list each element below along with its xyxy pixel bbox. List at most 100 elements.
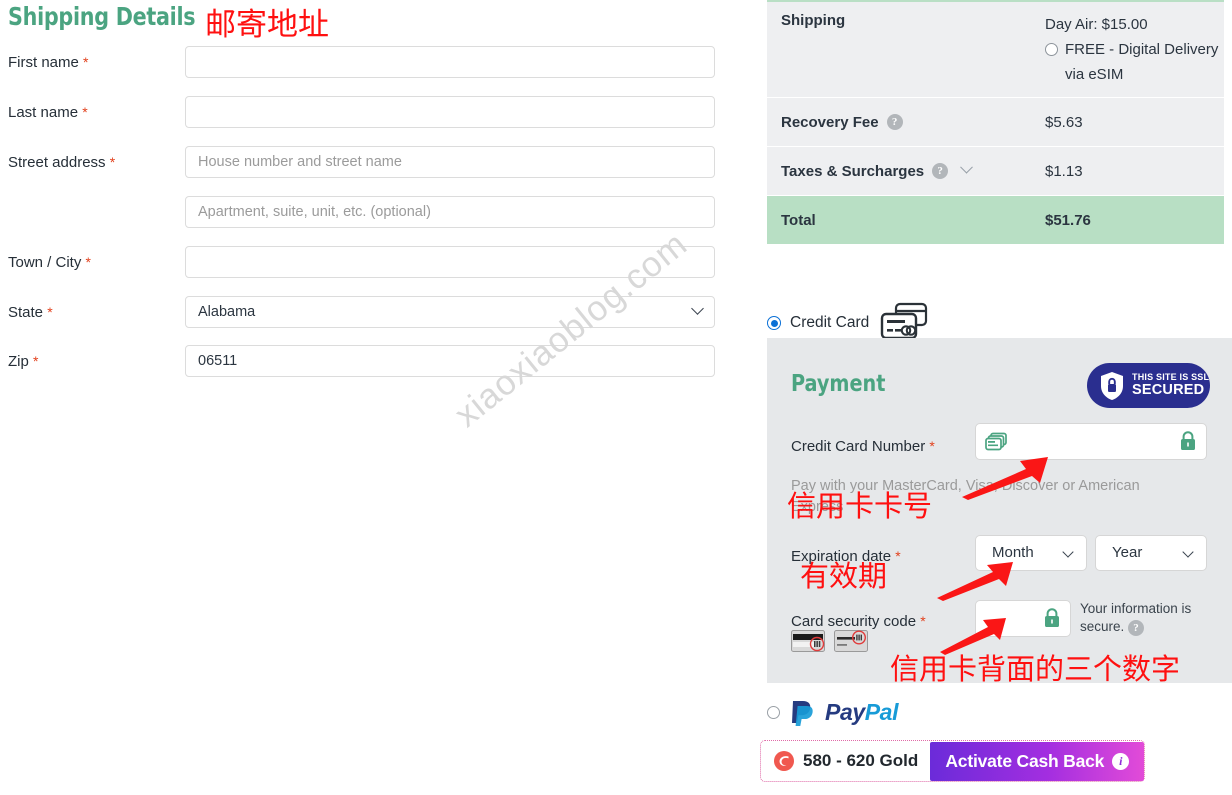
expiration-year-value: Year <box>1112 544 1143 561</box>
summary-label-taxes-text: Taxes & Surcharges <box>781 162 925 180</box>
summary-row-taxes-surcharges: Taxes & Surcharges ? $1.13 <box>767 147 1224 196</box>
summary-row-recovery-fee: Recovery Fee ? $5.63 <box>767 98 1224 147</box>
ssl-secured-badge: THIS SITE IS SSL SECURED <box>1087 363 1210 408</box>
expiration-year-select[interactable]: Year <box>1095 535 1207 571</box>
cash-back-bar: 580 - 620 Gold Activate Cash Back i <box>760 740 1145 782</box>
label-state-text: State <box>8 304 44 321</box>
form-row-zip: Zip * 06511 <box>0 345 740 383</box>
label-state: State * <box>8 304 53 321</box>
label-card-security-code: Card security code * <box>791 613 926 630</box>
label-street-address: Street address * <box>8 154 115 171</box>
payment-title: Payment <box>791 371 886 397</box>
lock-icon <box>1043 608 1061 628</box>
help-icon[interactable]: ? <box>932 163 949 179</box>
form-row-state: State * Alabama <box>0 296 740 334</box>
activate-cash-back-label: Activate Cash Back <box>945 750 1105 771</box>
label-last-name-text: Last name <box>8 104 79 121</box>
radio-paypal-icon[interactable] <box>767 705 780 719</box>
required-asterisk: * <box>109 154 116 170</box>
label-street-address-text: Street address <box>8 154 106 171</box>
required-asterisk: * <box>895 548 901 564</box>
town-city-input[interactable] <box>185 246 715 278</box>
help-icon[interactable]: ? <box>1128 620 1145 636</box>
chevron-down-icon <box>1062 546 1074 558</box>
label-credit-card-number: Credit Card Number * <box>791 438 935 455</box>
summary-row-total: Total $51.76 <box>767 196 1224 244</box>
annotation-shipping-address: 邮寄地址 <box>205 7 329 43</box>
summary-label-total: Total <box>767 212 1045 229</box>
label-zip: Zip * <box>8 353 38 370</box>
annotation-expiration-date: 有效期 <box>800 559 888 593</box>
state-select-value: Alabama <box>198 304 256 320</box>
label-town-city: Town / City * <box>8 254 91 271</box>
radio-credit-card-icon[interactable] <box>767 316 781 330</box>
annotation-security-code: 信用卡背面的三个数字 <box>890 652 1181 686</box>
summary-value-recovery-fee: $5.63 <box>1045 113 1083 131</box>
summary-label-total-text: Total <box>781 211 816 229</box>
summary-value-total: $51.76 <box>1045 211 1091 229</box>
form-row-town-city: Town / City * <box>0 246 740 284</box>
page-title: Shipping Details <box>8 2 196 31</box>
payment-method-paypal[interactable]: PayPal <box>767 698 898 726</box>
help-icon[interactable]: ? <box>886 114 903 130</box>
paypal-wordmark: PayPal <box>825 699 898 726</box>
form-row-last-name: Last name * <box>0 96 740 134</box>
arrow-to-security-code-icon <box>940 618 1006 655</box>
form-row-street-address: Street address * House number and street… <box>0 146 740 184</box>
paypal-logo-icon <box>789 698 816 726</box>
order-summary-table: Shipping Day Air: $15.00 FREE - Digital … <box>767 0 1224 244</box>
label-last-name: Last name * <box>8 104 88 121</box>
chevron-down-icon <box>691 302 704 315</box>
zip-input[interactable]: 06511 <box>185 345 715 377</box>
label-town-city-text: Town / City <box>8 254 82 271</box>
chevron-down-icon[interactable] <box>960 160 973 174</box>
info-icon[interactable]: i <box>1112 752 1130 770</box>
chevron-down-icon <box>1182 546 1194 558</box>
payment-method-credit-card-label: Credit Card <box>790 314 870 331</box>
required-asterisk: * <box>82 104 88 120</box>
card-icon <box>985 432 1007 452</box>
shipping-option-day-air: Day Air: $15.00 <box>1045 16 1148 33</box>
form-row-apartment: Apartment, suite, unit, etc. (optional) <box>0 196 740 234</box>
summary-label-recovery-fee: Recovery Fee ? <box>767 114 1045 131</box>
paypal-word-pay: Pay <box>825 698 865 725</box>
activate-cash-back-button[interactable]: Activate Cash Back i <box>930 741 1145 781</box>
first-name-input[interactable] <box>185 46 715 78</box>
arrow-to-expiration-icon <box>937 562 1013 601</box>
shipping-option-esim-label: FREE - Digital Delivery via eSIM <box>1065 41 1219 83</box>
label-zip-text: Zip <box>8 353 29 370</box>
cvv-location-illustrations <box>791 630 868 652</box>
summary-label-shipping-text: Shipping <box>781 12 846 29</box>
summary-value-taxes-surcharges: $1.13 <box>1045 162 1083 180</box>
summary-label-taxes-surcharges: Taxes & Surcharges ? <box>767 160 1045 180</box>
shipping-option-esim[interactable]: FREE - Digital Delivery via eSIM <box>1045 37 1224 87</box>
radio-esim-icon[interactable] <box>1045 43 1058 56</box>
ssl-badge-text: THIS SITE IS SSL SECURED <box>1132 372 1209 398</box>
last-name-input[interactable] <box>185 96 715 128</box>
form-row-first-name: First name * <box>0 46 740 84</box>
shipping-details-section: Shipping Details 邮寄地址 First name * Last … <box>0 0 740 795</box>
street-address-input[interactable]: House number and street name <box>185 146 715 178</box>
summary-label-recovery-fee-text: Recovery Fee <box>781 113 879 131</box>
state-select[interactable]: Alabama <box>185 296 715 328</box>
secure-information-note: Your information is secure. ? <box>1080 600 1220 636</box>
paypal-word-pal: Pal <box>864 698 899 725</box>
lock-shield-icon <box>1099 371 1125 401</box>
label-first-name-text: First name <box>8 54 79 71</box>
summary-label-shipping: Shipping <box>767 2 1045 39</box>
required-asterisk: * <box>47 304 53 320</box>
required-asterisk: * <box>33 353 39 369</box>
cash-back-tier: 580 - 620 Gold <box>761 750 930 772</box>
expiration-month-value: Month <box>992 544 1034 561</box>
annotation-card-number: 信用卡卡号 <box>787 489 933 523</box>
cash-back-logo-icon <box>773 750 795 772</box>
cash-back-tier-label: 580 - 620 Gold <box>803 751 919 770</box>
card-front-number-icon <box>834 630 868 652</box>
summary-row-shipping: Shipping Day Air: $15.00 FREE - Digital … <box>767 0 1224 108</box>
apartment-input[interactable]: Apartment, suite, unit, etc. (optional) <box>185 196 715 228</box>
label-card-security-code-text: Card security code <box>791 613 917 630</box>
arrow-to-card-number-icon <box>962 457 1048 500</box>
card-back-stripe-icon <box>791 630 825 652</box>
label-credit-card-number-text: Credit Card Number <box>791 438 926 455</box>
required-asterisk: * <box>920 613 926 629</box>
